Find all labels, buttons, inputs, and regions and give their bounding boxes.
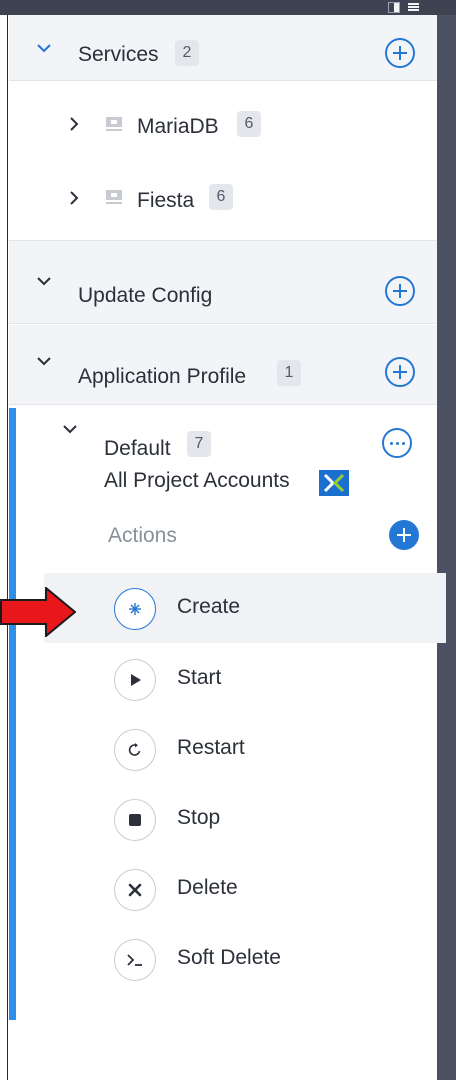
action-label: Delete: [177, 876, 238, 899]
project-accounts-row: All Project Accounts: [9, 467, 437, 507]
window-controls: [386, 0, 426, 15]
action-label: Create: [177, 595, 241, 618]
action-create[interactable]: Create: [44, 573, 446, 643]
top-bar: [0, 0, 456, 15]
blueprint-sidebar: Services 2 MariaDB 6 Fiesta 6 Update Con…: [9, 15, 446, 1080]
application-profile-section-header[interactable]: Application Profile 1: [9, 325, 437, 405]
actions-header: Actions: [9, 520, 437, 560]
add-action-button[interactable]: [389, 520, 419, 550]
service-label: MariaDB: [137, 115, 219, 138]
active-profile-indicator: [9, 408, 16, 1020]
stop-icon: [114, 799, 156, 841]
profile-label: Default: [104, 437, 171, 460]
project-accounts-label: All Project Accounts: [104, 469, 290, 492]
action-delete[interactable]: Delete: [44, 854, 446, 924]
action-stop[interactable]: Stop: [44, 784, 446, 854]
action-label: Soft Delete: [177, 946, 281, 969]
actions-label: Actions: [108, 524, 177, 547]
profile-default[interactable]: Default 7: [9, 410, 437, 460]
sparkle-icon: [114, 588, 156, 630]
application-profile-count-badge: 1: [277, 360, 301, 386]
vm-icon: [105, 116, 123, 132]
profile-count-badge: 7: [187, 431, 211, 457]
service-count-badge: 6: [209, 184, 233, 210]
add-application-profile-button[interactable]: [385, 357, 415, 387]
more-options-button[interactable]: [382, 428, 412, 458]
application-profile-label: Application Profile: [78, 365, 247, 388]
add-update-config-button[interactable]: [385, 276, 415, 306]
terminal-icon: [114, 939, 156, 981]
delete-x-icon: [114, 869, 156, 911]
service-item-mariadb[interactable]: MariaDB 6: [9, 93, 437, 153]
red-arrow-indicator: [0, 587, 76, 637]
vm-icon: [105, 189, 123, 205]
service-label: Fiesta: [137, 189, 195, 212]
panel-toggle-icon[interactable]: [388, 2, 400, 13]
play-icon: [114, 659, 156, 701]
chevron-down-icon[interactable]: [37, 41, 51, 55]
left-border: [0, 15, 8, 1080]
action-restart[interactable]: Restart: [44, 714, 446, 784]
services-label: Services: [78, 43, 159, 66]
action-label: Start: [177, 666, 222, 689]
service-count-badge: 6: [237, 111, 261, 137]
chevron-right-icon[interactable]: [67, 117, 81, 131]
action-label: Restart: [177, 736, 245, 759]
chevron-down-icon[interactable]: [37, 354, 51, 368]
chevron-down-icon[interactable]: [37, 274, 51, 288]
restart-icon: [114, 729, 156, 771]
update-config-label: Update Config: [78, 284, 213, 307]
services-count-badge: 2: [175, 40, 199, 66]
add-service-button[interactable]: [385, 38, 415, 68]
action-soft-delete[interactable]: Soft Delete: [44, 924, 446, 994]
chevron-down-icon[interactable]: [63, 422, 77, 436]
update-config-section-header[interactable]: Update Config: [9, 240, 437, 324]
services-section-header[interactable]: Services 2: [9, 15, 437, 81]
action-label: Stop: [177, 806, 221, 829]
chevron-right-icon[interactable]: [67, 191, 81, 205]
service-item-fiesta[interactable]: Fiesta 6: [9, 167, 437, 227]
action-start[interactable]: Start: [44, 644, 446, 714]
nutanix-logo-icon: [319, 470, 349, 496]
menu-icon[interactable]: [408, 3, 419, 11]
